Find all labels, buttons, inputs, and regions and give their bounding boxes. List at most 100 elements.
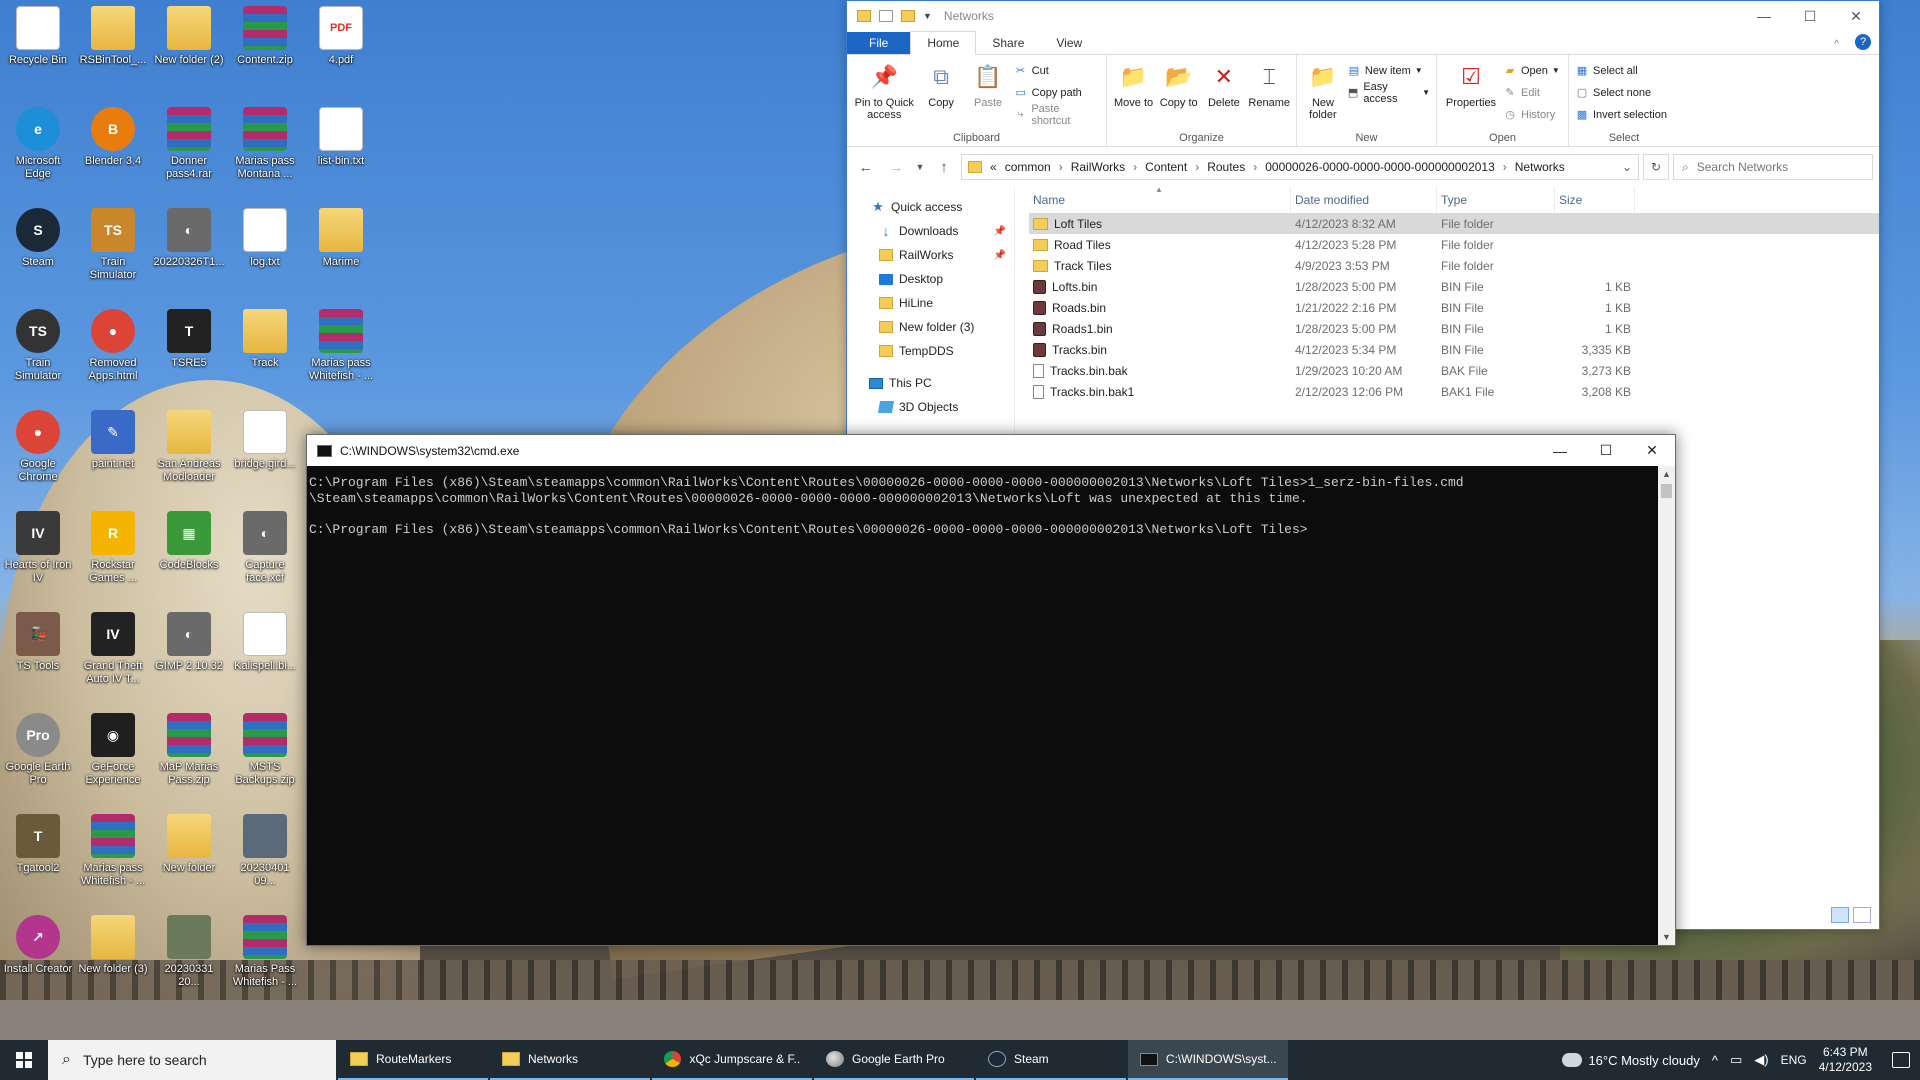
- breadcrumb-segment[interactable]: RailWorks: [1071, 160, 1125, 174]
- new-folder-button[interactable]: 📁 New folder: [1303, 59, 1343, 128]
- desktop-icon[interactable]: Marime: [305, 202, 377, 269]
- chevron-right-icon[interactable]: ›: [1253, 160, 1257, 174]
- nav-this-pc[interactable]: This PC: [847, 371, 1014, 395]
- breadcrumb-segment[interactable]: «: [990, 160, 997, 174]
- nav-downloads[interactable]: ↓ Downloads 📌: [847, 219, 1014, 243]
- desktop-icon[interactable]: ▦ CodeBlocks: [153, 505, 225, 572]
- breadcrumb-segment[interactable]: Routes: [1207, 160, 1245, 174]
- cmd-scrollbar[interactable]: ▲ ▼: [1658, 466, 1675, 945]
- column-type[interactable]: Type: [1437, 187, 1555, 213]
- tab-file[interactable]: File: [847, 32, 911, 54]
- taskbar-app-button[interactable]: RouteMarkers: [338, 1040, 488, 1080]
- copy-button[interactable]: ⧉ Copy: [920, 59, 963, 128]
- details-view-icon[interactable]: [1831, 907, 1849, 923]
- desktop-icon[interactable]: New folder: [153, 808, 225, 875]
- tab-view[interactable]: View: [1040, 32, 1098, 54]
- desktop-icon[interactable]: 20230401 09...: [229, 808, 301, 888]
- taskbar-search[interactable]: ⌕ Type here to search: [48, 1040, 336, 1080]
- close-button[interactable]: ✕: [1833, 1, 1879, 31]
- desktop-icon[interactable]: e Microsoft Edge: [2, 101, 74, 181]
- breadcrumb-segment[interactable]: common: [1005, 160, 1051, 174]
- nav-desktop[interactable]: Desktop: [847, 267, 1014, 291]
- weather-widget[interactable]: 16°C Mostly cloudy: [1558, 1049, 1700, 1068]
- desktop-icon[interactable]: Marias pass Whitefish - ...: [77, 808, 149, 888]
- breadcrumb-segment[interactable]: Networks: [1515, 160, 1565, 174]
- large-icons-view-icon[interactable]: [1853, 907, 1871, 923]
- search-box[interactable]: ⌕ Search Networks: [1673, 154, 1873, 180]
- file-row[interactable]: Roads.bin 1/21/2022 2:16 PM BIN File 1 KB: [1029, 297, 1879, 318]
- taskbar-app-button[interactable]: Google Earth Pro: [814, 1040, 974, 1080]
- tab-share[interactable]: Share: [976, 32, 1040, 54]
- desktop-icon[interactable]: IV Grand Theft Auto IV T...: [77, 606, 149, 686]
- new-folder-icon[interactable]: [901, 10, 915, 22]
- desktop-icon[interactable]: Donner pass4.rar: [153, 101, 225, 181]
- breadcrumb-segment[interactable]: 00000026-0000-0000-0000-000000002013: [1265, 160, 1495, 174]
- notification-center-icon[interactable]: [1892, 1052, 1910, 1068]
- scroll-thumb[interactable]: [1661, 484, 1672, 498]
- desktop-icon[interactable]: TS Train Simulator: [77, 202, 149, 282]
- desktop-icon[interactable]: ● Removed Apps.html: [77, 303, 149, 383]
- desktop-icon[interactable]: R Rockstar Games ...: [77, 505, 149, 585]
- copy-to-button[interactable]: 📂 Copy to: [1158, 59, 1199, 128]
- desktop-icon[interactable]: B Blender 3.4: [77, 101, 149, 168]
- minimize-button[interactable]: —: [1741, 1, 1787, 31]
- collapse-ribbon-icon[interactable]: ^: [1818, 35, 1855, 54]
- open-button[interactable]: ▰ Open ▼: [1503, 61, 1560, 80]
- select-all-button[interactable]: ▦ Select all: [1575, 61, 1667, 80]
- chevron-down-icon[interactable]: ⌄: [1622, 160, 1632, 174]
- breadcrumb-segment[interactable]: Content: [1145, 160, 1187, 174]
- paste-button[interactable]: 📋 Paste: [967, 59, 1010, 128]
- chevron-right-icon[interactable]: ›: [1195, 160, 1199, 174]
- taskbar-app-button[interactable]: Steam: [976, 1040, 1126, 1080]
- move-to-button[interactable]: 📁 Move to: [1113, 59, 1154, 128]
- clock[interactable]: 6:43 PM 4/12/2023: [1819, 1045, 1872, 1075]
- rename-button[interactable]: ⌶ Rename: [1248, 59, 1290, 128]
- nav-3d-objects[interactable]: 3D Objects: [847, 395, 1014, 419]
- chevron-right-icon[interactable]: ›: [1059, 160, 1063, 174]
- desktop-icon[interactable]: ↗ Install Creator: [2, 909, 74, 976]
- help-icon[interactable]: ?: [1855, 34, 1871, 50]
- minimize-button[interactable]: —: [1537, 436, 1583, 466]
- chevron-right-icon[interactable]: ›: [1503, 160, 1507, 174]
- desktop-icon[interactable]: ◉ GeForce Experience: [77, 707, 149, 787]
- file-row[interactable]: Road Tiles 4/12/2023 5:28 PM File folder: [1029, 234, 1879, 255]
- edit-button[interactable]: ✎ Edit: [1503, 83, 1560, 102]
- copy-path-button[interactable]: ▭ Copy path: [1014, 83, 1100, 102]
- explorer-titlebar[interactable]: ▼ Networks — ☐ ✕: [847, 1, 1879, 31]
- desktop-icon[interactable]: New folder (3): [77, 909, 149, 976]
- desktop-icon[interactable]: ● Google Chrome: [2, 404, 74, 484]
- properties-icon[interactable]: [879, 10, 893, 22]
- select-none-button[interactable]: ▢ Select none: [1575, 83, 1667, 102]
- desktop-icon[interactable]: MaP Marias Pass.zip: [153, 707, 225, 787]
- start-button[interactable]: [0, 1040, 48, 1080]
- desktop-icon[interactable]: Marias pass Montana ...: [229, 101, 301, 181]
- chevron-up-icon[interactable]: ^: [1712, 1053, 1718, 1068]
- desktop-icon[interactable]: T Tgatool2: [2, 808, 74, 875]
- desktop-icon[interactable]: TS Train Simulator: [2, 303, 74, 383]
- file-row[interactable]: Tracks.bin.bak1 2/12/2023 12:06 PM BAK1 Fi…: [1029, 381, 1879, 402]
- cmd-titlebar[interactable]: C:\WINDOWS\system32\cmd.exe — ☐ ✕: [307, 435, 1675, 466]
- file-row[interactable]: Tracks.bin 4/12/2023 5:34 PM BIN File 3,335…: [1029, 339, 1879, 360]
- desktop-icon[interactable]: PDF 4.pdf: [305, 0, 377, 67]
- file-row[interactable]: Roads1.bin 1/28/2023 5:00 PM BIN File 1 KB: [1029, 318, 1879, 339]
- nav-tempdds[interactable]: TempDDS: [847, 339, 1014, 363]
- desktop-icon[interactable]: ◐ Capture face.xcf: [229, 505, 301, 585]
- close-button[interactable]: ✕: [1629, 436, 1675, 466]
- new-item-button[interactable]: ▤ New item ▼: [1347, 61, 1430, 80]
- desktop-icon[interactable]: ◐ GIMP 2.10.32: [153, 606, 225, 673]
- up-arrow-icon[interactable]: ↑: [931, 159, 957, 176]
- scroll-down-icon[interactable]: ▼: [1658, 929, 1675, 945]
- desktop-icon[interactable]: Marias pass Whitefish - ...: [305, 303, 377, 383]
- cmd-console-output[interactable]: C:\Program Files (x86)\Steam\steamapps\c…: [309, 475, 1657, 943]
- column-size[interactable]: Size: [1555, 187, 1635, 213]
- desktop-icon[interactable]: Track: [229, 303, 301, 370]
- desktop-icon[interactable]: MSTS Backups.zip: [229, 707, 301, 787]
- delete-button[interactable]: ✕ Delete: [1203, 59, 1244, 128]
- paste-shortcut-button[interactable]: ⤷ Paste shortcut: [1014, 103, 1100, 127]
- file-row[interactable]: Lofts.bin 1/28/2023 5:00 PM BIN File 1 KB: [1029, 276, 1879, 297]
- refresh-icon[interactable]: ↻: [1643, 154, 1669, 180]
- desktop-icon[interactable]: Kalispell.bi...: [229, 606, 301, 673]
- desktop-icon[interactable]: log.txt: [229, 202, 301, 269]
- pin-quick-access-button[interactable]: 📌 Pin to Quick access: [853, 59, 916, 128]
- desktop-icon[interactable]: Content.zip: [229, 0, 301, 67]
